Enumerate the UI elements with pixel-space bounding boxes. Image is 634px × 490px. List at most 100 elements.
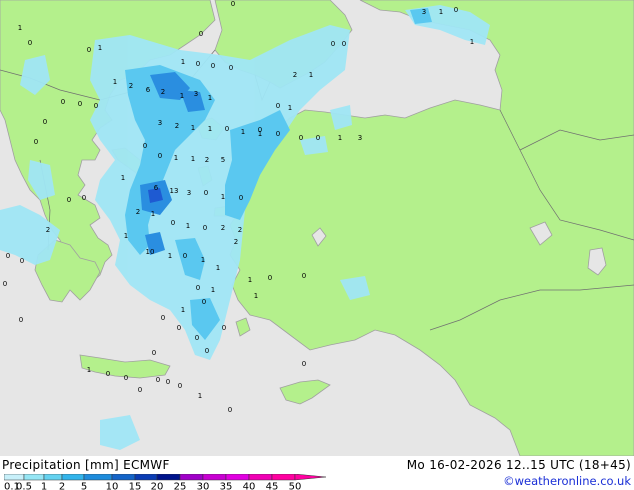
precip-value: 0 [205,347,209,355]
precip-value: 1 [180,92,184,100]
legend-swatch [156,474,181,481]
legend-swatch [23,474,45,481]
precip-value: 2 [234,238,238,246]
precip-value: 3 [158,119,162,127]
precip-value: 0 [138,386,142,394]
precip-value: 0 [454,6,458,14]
valid-time: Mo 16-02-2026 12..15 UTC (18+45) [406,458,631,472]
legend-tick-label: 20 [151,482,164,490]
precip-value: 0 [196,284,200,292]
precip-value: 0 [276,102,280,110]
precip-value: 0 [302,360,306,368]
precip-value: 0 [43,118,47,126]
precip-value: 2 [238,226,242,234]
precipitation-map: 3 1 010000101 0 0 01 2 6 2 1 12 10 0 030 03 2 1 1 0 1000 1 1 2… [0,0,634,456]
precip-value: 1 [87,366,91,374]
precip-value: 0 [302,272,306,280]
precip-value: 2 [221,224,225,232]
legend-tick-label: 2 [59,482,65,490]
precip-value: 1 [254,292,258,300]
precip-value: 1 [248,276,252,284]
precip-value: 3 [422,8,426,16]
precip-value: 1 [174,154,178,162]
precip-value: 5 [221,156,225,164]
precip-value: 1 [439,8,443,16]
precip-value: 0 [124,374,128,382]
precip-value: 1 [216,264,220,272]
precip-value: 0 [61,98,65,106]
precip-value: 0 [299,134,303,142]
precip-value: 0 [331,40,335,48]
precip-value: 1 [221,193,225,201]
precip-value: 1 [201,256,205,264]
precip-value: 1 [168,252,172,260]
precip-value: 6 [154,184,159,192]
precip-value: 10 [146,248,155,256]
precip-value: 1 [18,24,22,32]
precip-value: 0 [229,64,233,72]
precip-value: 3 [194,90,198,98]
precip-value: 0 [82,194,86,202]
legend-arrow [294,474,327,481]
precip-value: 1 [208,94,212,102]
precip-value: 1 [151,210,155,218]
precip-value: 0 [156,376,160,384]
precip-value: 2 [293,71,297,79]
precip-value: 0 [28,39,32,47]
legend-swatch [271,474,296,481]
precip-value: 1 [208,125,212,133]
precip-value: 0 [19,316,23,324]
precip-value: 0 [228,406,232,414]
legend-tick-label: 30 [197,482,210,490]
precip-value: 0 [211,62,215,70]
precip-value: 2 [136,208,140,216]
precip-value: 0 [268,274,272,282]
precip-value: 0 [20,257,24,265]
color-legend: 0.10.5 1 2 5 10 15 20 25 30 35 40 45 50 [4,474,327,490]
precip-value: 0 [166,378,170,386]
precip-value: 0 [177,324,181,332]
precip-value: 0 [6,252,10,260]
precip-value: 0 [204,189,208,197]
legend-swatch [179,474,204,481]
precip-value: 1 [191,124,195,132]
legend-tick-label: 5 [81,482,87,490]
precip-value: 2 [46,226,50,234]
legend-swatch [111,474,136,481]
precip-value: 1 [258,130,262,138]
legend-tick-label: 40 [243,482,256,490]
precip-value: 1 [338,134,342,142]
precip-value: 1 [288,104,292,112]
precip-value: 3 [187,189,191,197]
credit-link[interactable]: ©weatheronline.co.uk [503,474,631,488]
precip-value: 0 [196,60,200,68]
precip-value: 0 [78,100,82,108]
precip-value: 0 [34,138,38,146]
precip-value: 13 [170,187,179,195]
legend-tick-label: 50 [289,482,302,490]
legend-tick-label: 10 [106,482,119,490]
precip-value: 0 [203,224,207,232]
precip-value: 2 [129,82,133,90]
precip-value: 0 [94,102,98,110]
precip-value: 1 [191,155,195,163]
precip-value: 1 [113,78,117,86]
precip-value: 1 [198,392,202,400]
precip-value: 1 [181,58,185,66]
legend-tick-label: 1 [41,482,47,490]
precip-value: 0 [199,30,203,38]
precip-value: 1 [121,174,125,182]
precip-value: 1 [98,44,102,52]
legend-swatch [202,474,227,481]
precip-value: 0 [87,46,91,54]
precip-value: 0 [183,252,187,260]
legend-tick-label: 25 [174,482,187,490]
precip-value: 1 [211,286,215,294]
precip-value: 0 [225,125,229,133]
precip-value: 0 [178,382,182,390]
precip-value: 2 [175,122,179,130]
precip-value: 1 [181,306,185,314]
legend-swatch [83,474,113,481]
legend-tick-label: 35 [220,482,233,490]
precip-value: 0 [152,349,156,357]
